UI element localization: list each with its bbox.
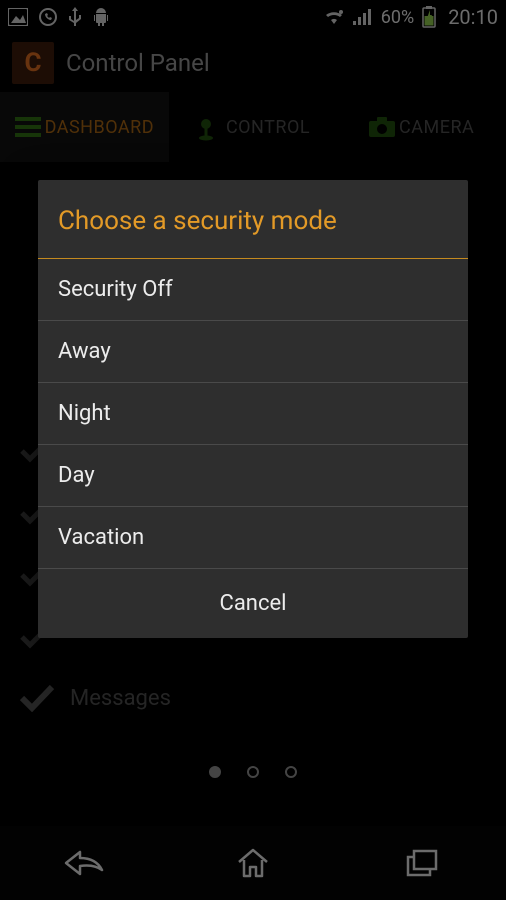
dialog-title: Choose a security mode xyxy=(38,180,468,259)
cancel-button[interactable]: Cancel xyxy=(38,569,468,638)
security-mode-dialog: Choose a security mode Security Off Away… xyxy=(38,180,468,638)
option-away[interactable]: Away xyxy=(38,321,468,383)
option-day[interactable]: Day xyxy=(38,445,468,507)
option-vacation[interactable]: Vacation xyxy=(38,507,468,569)
option-night[interactable]: Night xyxy=(38,383,468,445)
option-security-off[interactable]: Security Off xyxy=(38,259,468,321)
